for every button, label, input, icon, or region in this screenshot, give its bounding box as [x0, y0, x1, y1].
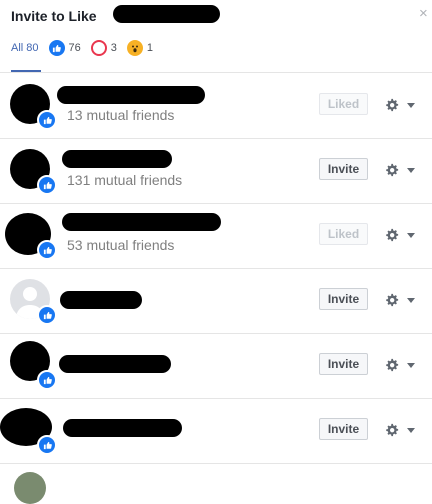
tab-wow[interactable]: 1	[126, 40, 154, 56]
chevron-down-icon	[407, 167, 415, 173]
tab-love-count: 3	[110, 42, 117, 54]
gear-icon	[386, 423, 399, 437]
settings-menu[interactable]	[385, 292, 417, 308]
chevron-down-icon	[407, 297, 415, 303]
redacted-name	[57, 86, 205, 104]
close-icon[interactable]: ×	[419, 6, 431, 21]
like-badge-icon	[37, 305, 57, 325]
invite-button[interactable]: Invite	[319, 418, 368, 440]
list-item: 131 mutual friends Invite	[0, 138, 432, 204]
reaction-tabs: All 80 76 3 1	[11, 40, 163, 56]
gear-icon	[386, 358, 399, 372]
liked-button[interactable]: Liked	[319, 93, 368, 115]
invite-button[interactable]: Invite	[319, 158, 368, 180]
tab-like[interactable]: 76	[48, 40, 81, 56]
tab-all-label: All 80	[11, 42, 39, 54]
like-badge-icon	[37, 370, 57, 390]
redacted-name	[63, 419, 182, 437]
list-item: Invite	[0, 398, 432, 464]
redacted-name	[62, 150, 172, 168]
settings-menu[interactable]	[385, 422, 417, 438]
gear-icon	[386, 163, 399, 177]
gear-icon	[386, 98, 399, 112]
love-reaction-icon	[90, 40, 107, 56]
redacted-name	[60, 291, 142, 309]
list-item: 13 mutual friends Liked	[0, 73, 432, 139]
chevron-down-icon	[407, 232, 415, 238]
tab-love[interactable]: 3	[90, 40, 117, 56]
redacted-name	[59, 355, 171, 373]
avatar[interactable]	[14, 472, 46, 504]
chevron-down-icon	[407, 362, 415, 368]
list-item: Invite	[0, 268, 432, 334]
gear-icon	[386, 293, 399, 307]
mutual-friends: 131 mutual friends	[67, 172, 183, 188]
like-reaction-icon	[48, 40, 65, 56]
chevron-down-icon	[407, 102, 415, 108]
list-item: Invite	[0, 333, 432, 399]
dialog-header: Invite to Like × All 80 76 3 1	[0, 0, 432, 73]
redacted-name	[62, 213, 221, 231]
mutual-friends: 53 mutual friends	[67, 237, 175, 253]
like-badge-icon	[37, 175, 57, 195]
invite-button[interactable]: Invite	[319, 288, 368, 310]
chevron-down-icon	[407, 427, 415, 433]
settings-menu[interactable]	[385, 357, 417, 373]
tab-all[interactable]: All 80	[11, 42, 39, 54]
redacted-page-name	[113, 5, 220, 23]
invite-button[interactable]: Invite	[319, 353, 368, 375]
list-item: 53 mutual friends Liked	[0, 203, 432, 269]
dialog-title: Invite to Like	[11, 8, 97, 24]
gear-icon	[386, 228, 399, 242]
active-tab-indicator	[11, 70, 41, 72]
wow-reaction-icon	[126, 40, 143, 56]
like-badge-icon	[37, 240, 57, 260]
tab-like-count: 76	[68, 42, 81, 54]
like-badge-icon	[37, 110, 57, 130]
liked-button[interactable]: Liked	[319, 223, 368, 245]
settings-menu[interactable]	[385, 97, 417, 113]
tab-wow-count: 1	[146, 42, 154, 54]
like-badge-icon	[37, 435, 57, 455]
settings-menu[interactable]	[385, 162, 417, 178]
settings-menu[interactable]	[385, 227, 417, 243]
mutual-friends: 13 mutual friends	[67, 107, 175, 123]
